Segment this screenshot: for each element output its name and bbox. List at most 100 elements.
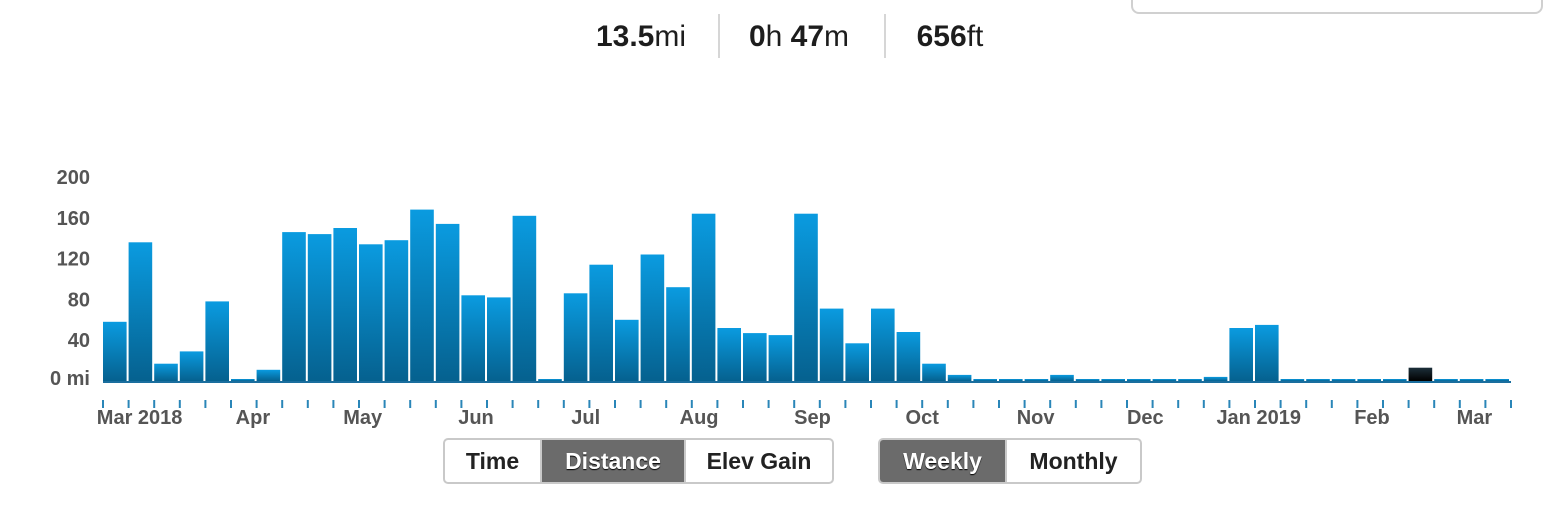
- bar[interactable]: [1255, 324, 1279, 381]
- bar[interactable]: [1357, 379, 1381, 381]
- time-hours-unit: h: [765, 20, 783, 53]
- bar[interactable]: [179, 351, 204, 381]
- x-month-label: May: [343, 407, 383, 429]
- bar[interactable]: [794, 213, 818, 381]
- elevation-value: 656: [916, 20, 967, 53]
- bar[interactable]: [1101, 379, 1125, 381]
- bar[interactable]: [256, 369, 281, 381]
- x-month-label: Jan 2019: [1216, 407, 1301, 429]
- bar[interactable]: [1485, 379, 1509, 381]
- bar[interactable]: [154, 363, 178, 381]
- bar[interactable]: [1383, 379, 1407, 381]
- weekly-button[interactable]: Weekly: [880, 440, 1005, 482]
- time-button[interactable]: Time: [445, 440, 540, 482]
- bar[interactable]: [1331, 379, 1356, 381]
- bar[interactable]: [1127, 379, 1151, 381]
- bar[interactable]: [512, 215, 537, 381]
- metric-toggle: Time Distance Elev Gain: [443, 438, 834, 484]
- y-tick-label: 200: [57, 167, 90, 189]
- bar[interactable]: [922, 363, 946, 381]
- bar[interactable]: [103, 321, 127, 381]
- distance-value: 13.5: [595, 20, 655, 53]
- stat-divider: [884, 14, 886, 58]
- x-month-label: Jun: [458, 407, 494, 429]
- y-tick-label: 40: [68, 330, 90, 352]
- bar[interactable]: [359, 244, 383, 381]
- elevation-stat: 656ft: [902, 14, 998, 64]
- y-tick-label: 0 mi: [50, 368, 90, 390]
- bar[interactable]: [743, 333, 767, 381]
- bar[interactable]: [973, 379, 997, 381]
- bar[interactable]: [205, 301, 229, 381]
- bar[interactable]: [435, 223, 460, 381]
- bar[interactable]: [410, 209, 434, 381]
- y-tick-label: 80: [68, 289, 90, 311]
- bar[interactable]: [768, 335, 793, 381]
- bar[interactable]: [666, 287, 690, 381]
- bar[interactable]: [999, 379, 1023, 381]
- bar[interactable]: [1459, 379, 1484, 381]
- elevation-unit: ft: [966, 20, 984, 53]
- x-month-label: Nov: [1017, 407, 1056, 429]
- summary-stats: 13.5mi 0h 47m 656ft: [0, 14, 1566, 64]
- bar[interactable]: [231, 379, 255, 381]
- y-axis: 0 mi 40 80 120 160 200: [50, 167, 90, 390]
- distance-stat: 13.5mi: [585, 14, 697, 64]
- bar[interactable]: [640, 254, 665, 382]
- bar[interactable]: [128, 242, 153, 381]
- x-month-label: Dec: [1127, 407, 1164, 429]
- x-month-label: Mar 2018: [97, 407, 183, 429]
- x-month-label: Aug: [680, 407, 719, 429]
- bar[interactable]: [819, 308, 844, 381]
- bar[interactable]: [282, 232, 306, 381]
- bar[interactable]: [615, 319, 639, 381]
- x-month-label: Jul: [571, 407, 600, 429]
- distance-button[interactable]: Distance: [540, 440, 684, 482]
- x-month-label: Oct: [906, 407, 940, 429]
- period-toggle: Weekly Monthly: [878, 438, 1142, 484]
- bars: [103, 209, 1509, 382]
- weekly-distance-bar-chart: 0 mi 40 80 120 160 200 Mar 2018 Apr May Jun Jul Au…: [50, 167, 1512, 429]
- time-minutes-value: 47: [790, 20, 825, 53]
- x-month-label: Feb: [1354, 407, 1390, 429]
- bar[interactable]: [1229, 328, 1253, 381]
- distance-unit: mi: [654, 20, 687, 53]
- bar[interactable]: [1178, 379, 1202, 381]
- x-month-label: Apr: [236, 407, 271, 429]
- x-month-label: Sep: [794, 407, 831, 429]
- bar[interactable]: [1050, 374, 1074, 381]
- bar[interactable]: [1152, 379, 1177, 381]
- y-tick-label: 120: [57, 249, 90, 271]
- bar[interactable]: [1280, 379, 1305, 381]
- stat-divider: [718, 14, 720, 58]
- bar[interactable]: [1203, 376, 1228, 381]
- bar[interactable]: [871, 308, 895, 381]
- bar[interactable]: [384, 240, 409, 381]
- bar[interactable]: [461, 295, 485, 381]
- bar[interactable]: [563, 293, 588, 381]
- bar[interactable]: [845, 343, 869, 381]
- y-tick-label: 160: [57, 208, 90, 230]
- bar[interactable]: [589, 264, 613, 381]
- bar[interactable]: [1434, 379, 1458, 381]
- time-minutes-unit: m: [824, 20, 850, 53]
- x-month-label: Mar: [1457, 407, 1493, 429]
- bar[interactable]: [896, 332, 921, 381]
- bar[interactable]: [947, 374, 972, 381]
- bar[interactable]: [307, 234, 332, 381]
- monthly-button[interactable]: Monthly: [1005, 440, 1140, 482]
- bar-selected[interactable]: [1408, 367, 1433, 381]
- bar[interactable]: [538, 379, 562, 381]
- bar[interactable]: [333, 228, 357, 381]
- time-stat: 0h 47m: [736, 14, 862, 64]
- bar[interactable]: [1024, 379, 1049, 381]
- time-hours-value: 0: [748, 20, 766, 53]
- bar[interactable]: [691, 213, 716, 381]
- elev-gain-button[interactable]: Elev Gain: [684, 440, 832, 482]
- x-axis: Mar 2018 Apr May Jun Jul Aug Sep Oct Nov Dec Jan 2…: [97, 381, 1512, 429]
- bar[interactable]: [487, 297, 511, 381]
- bar[interactable]: [717, 328, 741, 381]
- top-right-panel-edge: [1131, 0, 1543, 14]
- bar[interactable]: [1306, 379, 1330, 381]
- bar[interactable]: [1075, 379, 1100, 381]
